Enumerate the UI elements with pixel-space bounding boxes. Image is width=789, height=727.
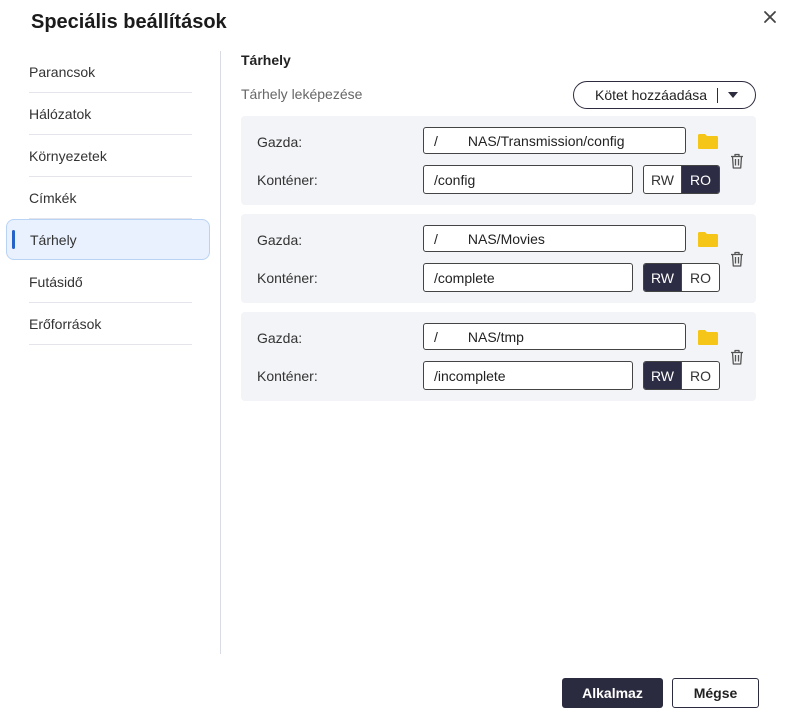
host-label: Gazda: xyxy=(257,330,303,346)
masked-segment xyxy=(437,329,468,344)
host-path-input[interactable]: / NAS/tmp xyxy=(423,323,686,350)
sidebar-item-commands[interactable]: Parancsok xyxy=(6,51,210,93)
storage-mapping-label: Tárhely leképezése xyxy=(241,86,363,102)
trash-icon[interactable] xyxy=(728,348,746,366)
folder-icon[interactable] xyxy=(697,133,719,150)
folder-icon[interactable] xyxy=(697,231,719,248)
sidebar-nav: Parancsok Hálózatok Környezetek Címkék T… xyxy=(6,51,210,345)
sidebar-item-label: Tárhely xyxy=(30,231,77,248)
container-label: Konténer: xyxy=(257,172,318,188)
ro-button[interactable]: RO xyxy=(682,166,719,193)
add-volume-label: Kötet hozzáadása xyxy=(595,87,708,103)
close-icon[interactable] xyxy=(760,7,780,27)
sidebar-item-resources[interactable]: Erőforrások xyxy=(6,303,210,345)
caret-down-icon[interactable] xyxy=(728,92,738,98)
access-mode-toggle: RW RO xyxy=(643,165,720,194)
access-mode-toggle: RW RO xyxy=(643,263,720,292)
volume-card: Gazda: / NAS/Transmission/config Konténe… xyxy=(241,116,756,205)
rw-button[interactable]: RW xyxy=(644,166,682,193)
sidebar-item-environments[interactable]: Környezetek xyxy=(6,135,210,177)
trash-icon[interactable] xyxy=(728,250,746,268)
container-label: Konténer: xyxy=(257,270,318,286)
sidebar-item-label: Címkék xyxy=(29,189,77,206)
dialog-title: Speciális beállítások xyxy=(31,11,227,33)
container-path-input[interactable]: /incomplete xyxy=(423,361,633,390)
active-indicator xyxy=(12,230,15,249)
access-mode-toggle: RW RO xyxy=(643,361,720,390)
apply-button[interactable]: Alkalmaz xyxy=(562,678,663,708)
sidebar-item-label: Futásidő xyxy=(29,273,83,290)
host-path-text: NAS/Transmission/config xyxy=(467,132,625,149)
host-path-text: NAS/tmp xyxy=(467,328,524,345)
masked-segment xyxy=(437,231,468,246)
sidebar-item-label: Környezetek xyxy=(29,147,107,164)
sidebar-item-label: Erőforrások xyxy=(29,315,102,332)
ro-button[interactable]: RO xyxy=(682,264,719,291)
ro-button[interactable]: RO xyxy=(682,362,719,389)
trash-icon[interactable] xyxy=(728,152,746,170)
host-label: Gazda: xyxy=(257,232,303,248)
host-label: Gazda: xyxy=(257,134,303,150)
host-path-input[interactable]: / NAS/Transmission/config xyxy=(423,127,686,154)
sidebar-item-label: Hálózatok xyxy=(29,105,92,122)
sidebar-item-runtime[interactable]: Futásidő xyxy=(6,261,210,303)
sidebar-item-storage[interactable]: Tárhely xyxy=(6,219,210,260)
button-separator xyxy=(717,88,718,103)
add-volume-button[interactable]: Kötet hozzáadása xyxy=(573,81,756,109)
vertical-divider xyxy=(220,51,221,654)
section-title: Tárhely xyxy=(241,52,291,68)
volume-card: Gazda: / NAS/Movies Konténer: /complete … xyxy=(241,214,756,303)
container-path-input[interactable]: /config xyxy=(423,165,633,194)
container-path-input[interactable]: /complete xyxy=(423,263,633,292)
masked-segment xyxy=(437,133,468,148)
sidebar-item-labels[interactable]: Címkék xyxy=(6,177,210,219)
volume-card: Gazda: / NAS/tmp Konténer: /incomplete R… xyxy=(241,312,756,401)
folder-icon[interactable] xyxy=(697,329,719,346)
sidebar-item-networks[interactable]: Hálózatok xyxy=(6,93,210,135)
host-path-input[interactable]: / NAS/Movies xyxy=(423,225,686,252)
host-path-text: NAS/Movies xyxy=(467,230,545,247)
cancel-button[interactable]: Mégse xyxy=(672,678,759,708)
container-label: Konténer: xyxy=(257,368,318,384)
rw-button[interactable]: RW xyxy=(644,362,682,389)
sidebar-item-label: Parancsok xyxy=(29,63,96,80)
rw-button[interactable]: RW xyxy=(644,264,682,291)
